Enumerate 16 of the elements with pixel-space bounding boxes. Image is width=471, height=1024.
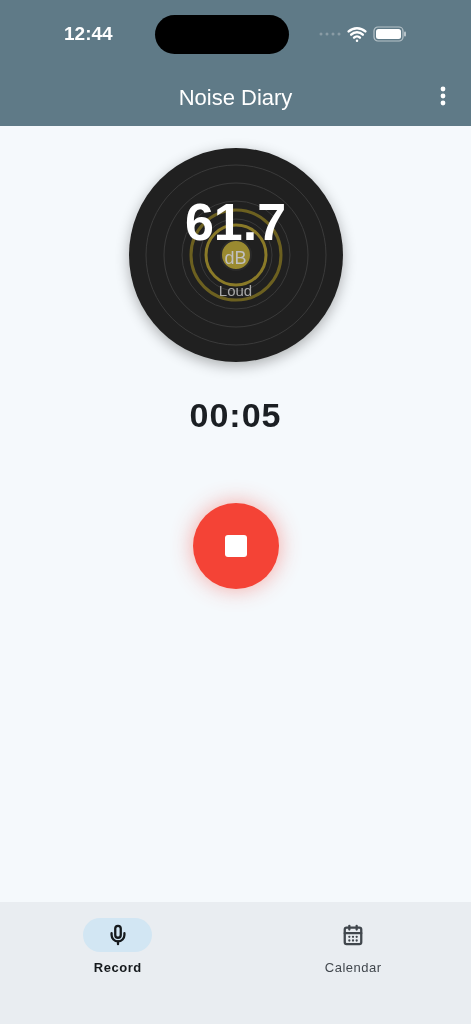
decibel-unit: dB xyxy=(224,248,247,268)
nav-tab[interactable]: Record xyxy=(0,918,236,978)
stop-button[interactable] xyxy=(192,503,279,589)
noise-category: Loud xyxy=(218,281,253,301)
recording-timer: 00:05 xyxy=(189,395,282,436)
status-time: 12:44 xyxy=(64,21,114,46)
calendar-icon xyxy=(342,924,365,946)
decibel-reading: 61.7 xyxy=(184,196,287,248)
more-icon xyxy=(440,86,446,106)
stop-icon xyxy=(224,535,247,557)
signal-icon xyxy=(319,32,341,36)
more-menu-button[interactable] xyxy=(440,86,446,106)
nav-tab[interactable]: Calendar xyxy=(235,918,471,978)
app-title: Noise Diary xyxy=(178,83,293,112)
battery-icon xyxy=(373,26,407,42)
wifi-icon xyxy=(347,24,367,44)
